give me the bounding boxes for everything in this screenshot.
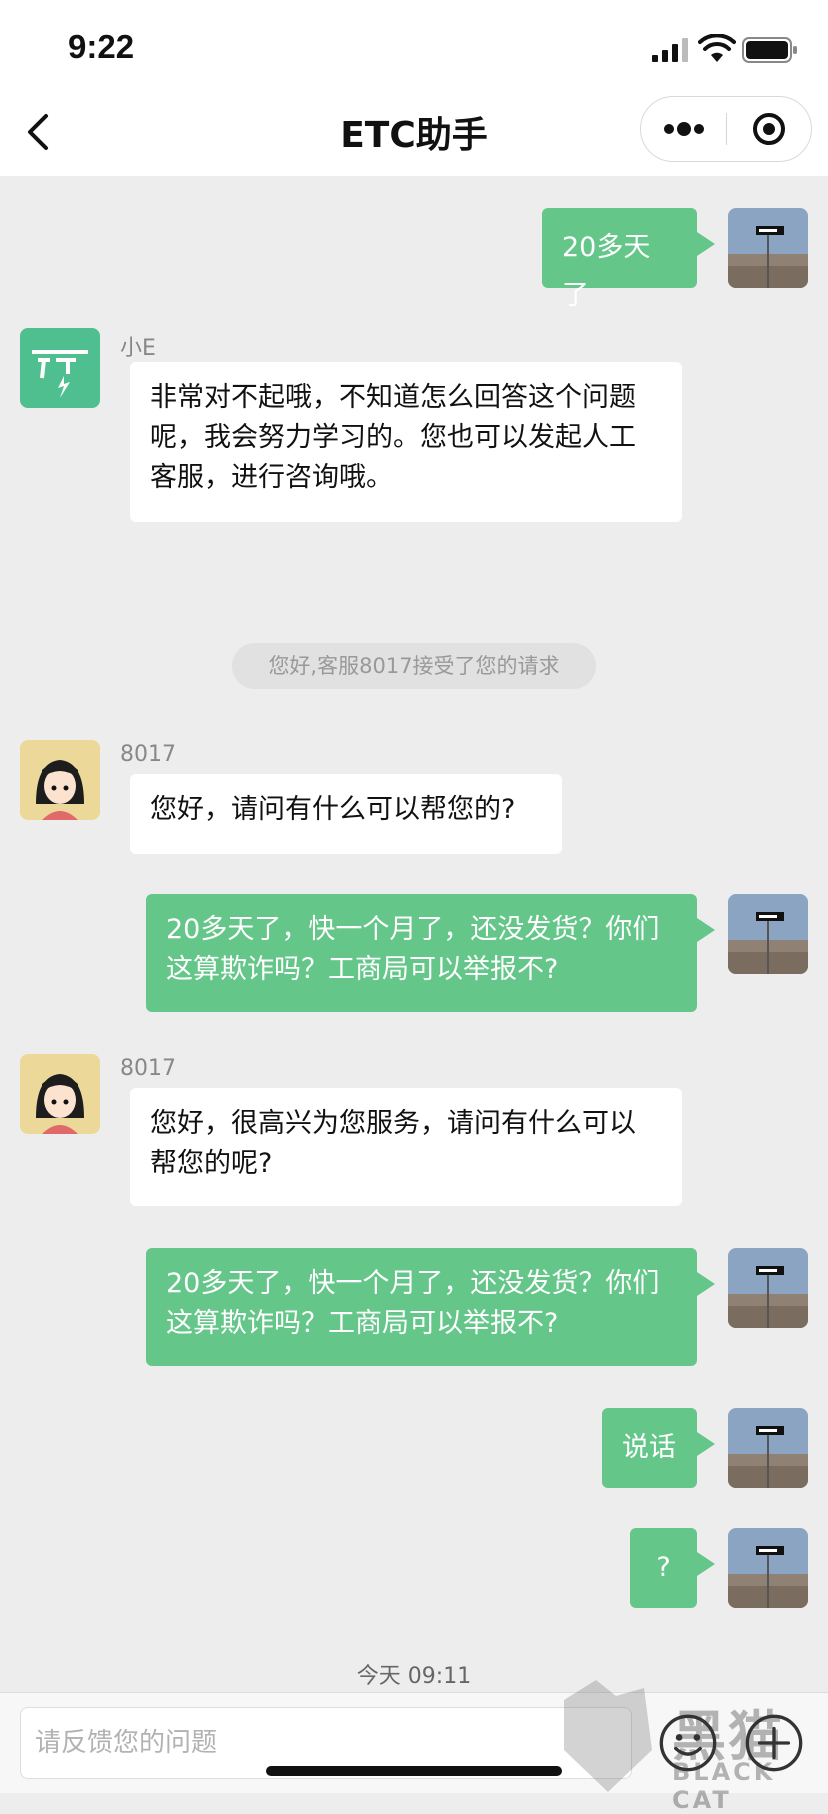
message-text: 20多天了，快一个月了，还没发货？你们这算欺诈吗？工商局可以举报不? [166, 1268, 660, 1339]
user-avatar[interactable] [728, 894, 808, 974]
message-text: 非常对不起哦，不知道怎么回答这个问题呢，我会努力学习的。您也可以发起人工客服，进… [150, 382, 636, 493]
message-text: 您好，请问有什么可以帮您的? [150, 794, 516, 825]
message-text: 您好，很高兴为您服务，请问有什么可以帮您的呢? [150, 1108, 636, 1179]
user-avatar[interactable] [728, 1528, 808, 1608]
record-icon[interactable] [727, 97, 811, 161]
home-indicator [266, 1766, 562, 1776]
agent-avatar[interactable] [20, 1054, 100, 1134]
outgoing-message: ? [630, 1528, 715, 1608]
system-notice: 您好,客服8017接受了您的请求 [232, 643, 596, 689]
incoming-message: 您好，请问有什么可以帮您的? [130, 774, 562, 854]
wifi-icon [698, 34, 736, 62]
nav-bar: ETC助手 [0, 88, 828, 176]
bot-avatar[interactable] [20, 328, 100, 408]
status-time: 9:22 [68, 28, 135, 65]
incoming-message: 非常对不起哦，不知道怎么回答这个问题呢，我会努力学习的。您也可以发起人工客服，进… [130, 362, 682, 522]
message-text: 20多天了 [562, 232, 651, 311]
miniprogram-capsule [640, 96, 812, 162]
more-icon[interactable] [641, 97, 726, 161]
sender-name: 8017 [120, 742, 176, 767]
battery-icon [742, 37, 797, 63]
user-avatar[interactable] [728, 1408, 808, 1488]
message-text: 20多天了，快一个月了，还没发货？你们这算欺诈吗？工商局可以举报不? [166, 914, 660, 985]
user-avatar[interactable] [728, 1248, 808, 1328]
user-avatar[interactable] [728, 208, 808, 288]
message-text: 说话 [622, 1432, 676, 1463]
outgoing-message: 说话 [602, 1408, 715, 1488]
sender-name: 小E [120, 336, 156, 361]
signal-icon [652, 38, 688, 62]
outgoing-message: 20多天了，快一个月了，还没发货？你们这算欺诈吗？工商局可以举报不? [146, 1248, 715, 1366]
incoming-message: 您好，很高兴为您服务，请问有什么可以帮您的呢? [130, 1088, 682, 1206]
message-text: ? [656, 1552, 671, 1583]
agent-avatar[interactable] [20, 740, 100, 820]
sender-name: 8017 [120, 1056, 176, 1081]
status-bar: 9:22 [0, 0, 828, 88]
outgoing-message: 20多天了，快一个月了，还没发货？你们这算欺诈吗？工商局可以举报不? [146, 894, 715, 1012]
outgoing-message: 20多天了 [542, 208, 715, 311]
watermark-subtext: BLACK CAT [672, 1758, 776, 1814]
